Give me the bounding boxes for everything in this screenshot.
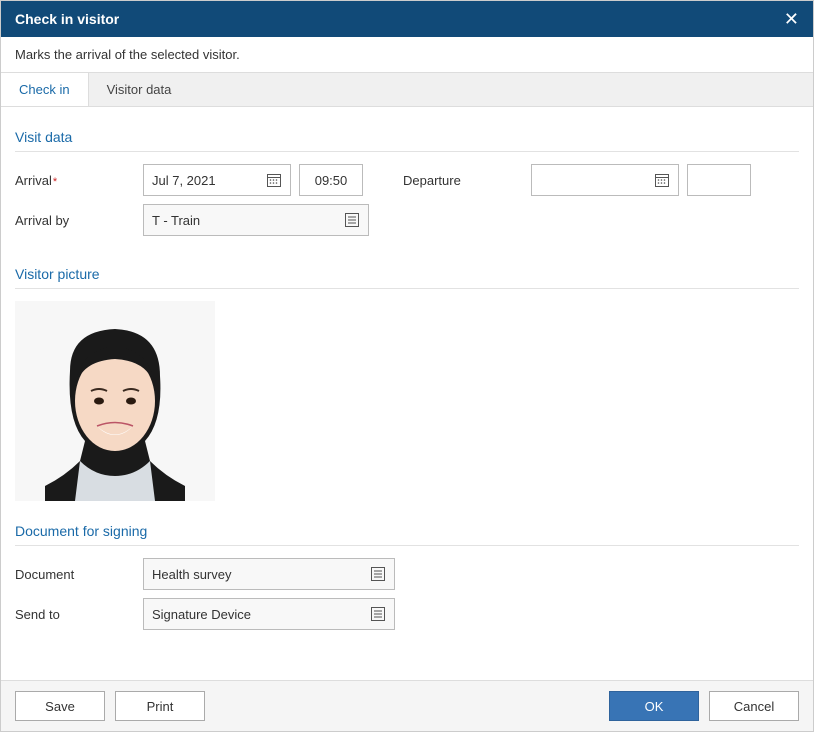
arrival-time-value: 09:50 — [315, 173, 348, 188]
row-document: Document Health survey — [15, 558, 799, 590]
ok-button[interactable]: OK — [609, 691, 699, 721]
dialog-titlebar: Check in visitor ✕ — [1, 1, 813, 37]
dialog-content: Visit data Arrival* Jul 7, 2021 09:50 De… — [1, 107, 813, 680]
row-arrival-by: Arrival by T - Train — [15, 204, 799, 236]
save-button[interactable]: Save — [15, 691, 105, 721]
dialog-footer: Save Print OK Cancel — [1, 680, 813, 731]
departure-group: Departure — [403, 164, 751, 196]
section-document-signing: Document for signing — [15, 501, 799, 546]
required-marker: * — [53, 176, 57, 188]
calendar-icon[interactable] — [266, 172, 282, 188]
row-send-to: Send to Signature Device — [15, 598, 799, 630]
send-to-group: Send to Signature Device — [15, 598, 395, 630]
document-select[interactable]: Health survey — [143, 558, 395, 590]
arrival-by-label: Arrival by — [15, 213, 135, 228]
close-icon[interactable]: ✕ — [784, 10, 799, 28]
document-value: Health survey — [152, 567, 370, 582]
arrival-group: Arrival* Jul 7, 2021 09:50 — [15, 164, 363, 196]
section-visit-data: Visit data — [15, 107, 799, 152]
document-group: Document Health survey — [15, 558, 395, 590]
check-in-visitor-dialog: Check in visitor ✕ Marks the arrival of … — [0, 0, 814, 732]
document-label: Document — [15, 567, 135, 582]
tab-check-in[interactable]: Check in — [1, 73, 89, 106]
cancel-button[interactable]: Cancel — [709, 691, 799, 721]
list-icon[interactable] — [344, 212, 360, 228]
visitor-photo — [15, 301, 215, 501]
footer-left: Save Print — [15, 691, 205, 721]
arrival-date-value: Jul 7, 2021 — [152, 173, 216, 188]
print-button[interactable]: Print — [115, 691, 205, 721]
departure-label: Departure — [403, 173, 523, 188]
arrival-by-value: T - Train — [152, 213, 344, 228]
send-to-value: Signature Device — [152, 607, 370, 622]
dialog-title: Check in visitor — [15, 11, 119, 27]
row-arrival-departure: Arrival* Jul 7, 2021 09:50 Departure — [15, 164, 799, 196]
arrival-time-input[interactable]: 09:50 — [299, 164, 363, 196]
footer-right: OK Cancel — [609, 691, 799, 721]
arrival-label: Arrival* — [15, 173, 135, 188]
dialog-subtitle: Marks the arrival of the selected visito… — [1, 37, 813, 72]
arrival-by-select[interactable]: T - Train — [143, 204, 369, 236]
arrival-by-group: Arrival by T - Train — [15, 204, 369, 236]
send-to-select[interactable]: Signature Device — [143, 598, 395, 630]
departure-date-input[interactable] — [531, 164, 679, 196]
section-visitor-picture: Visitor picture — [15, 244, 799, 289]
list-icon[interactable] — [370, 566, 386, 582]
arrival-date-input[interactable]: Jul 7, 2021 — [143, 164, 291, 196]
tab-visitor-data[interactable]: Visitor data — [89, 73, 190, 106]
tab-bar: Check in Visitor data — [1, 72, 813, 107]
calendar-icon[interactable] — [654, 172, 670, 188]
tab-label: Check in — [19, 82, 70, 97]
list-icon[interactable] — [370, 606, 386, 622]
departure-time-input[interactable] — [687, 164, 751, 196]
send-to-label: Send to — [15, 607, 135, 622]
arrival-label-text: Arrival — [15, 173, 52, 188]
visitor-photo-image — [15, 301, 215, 501]
tab-label: Visitor data — [107, 82, 172, 97]
